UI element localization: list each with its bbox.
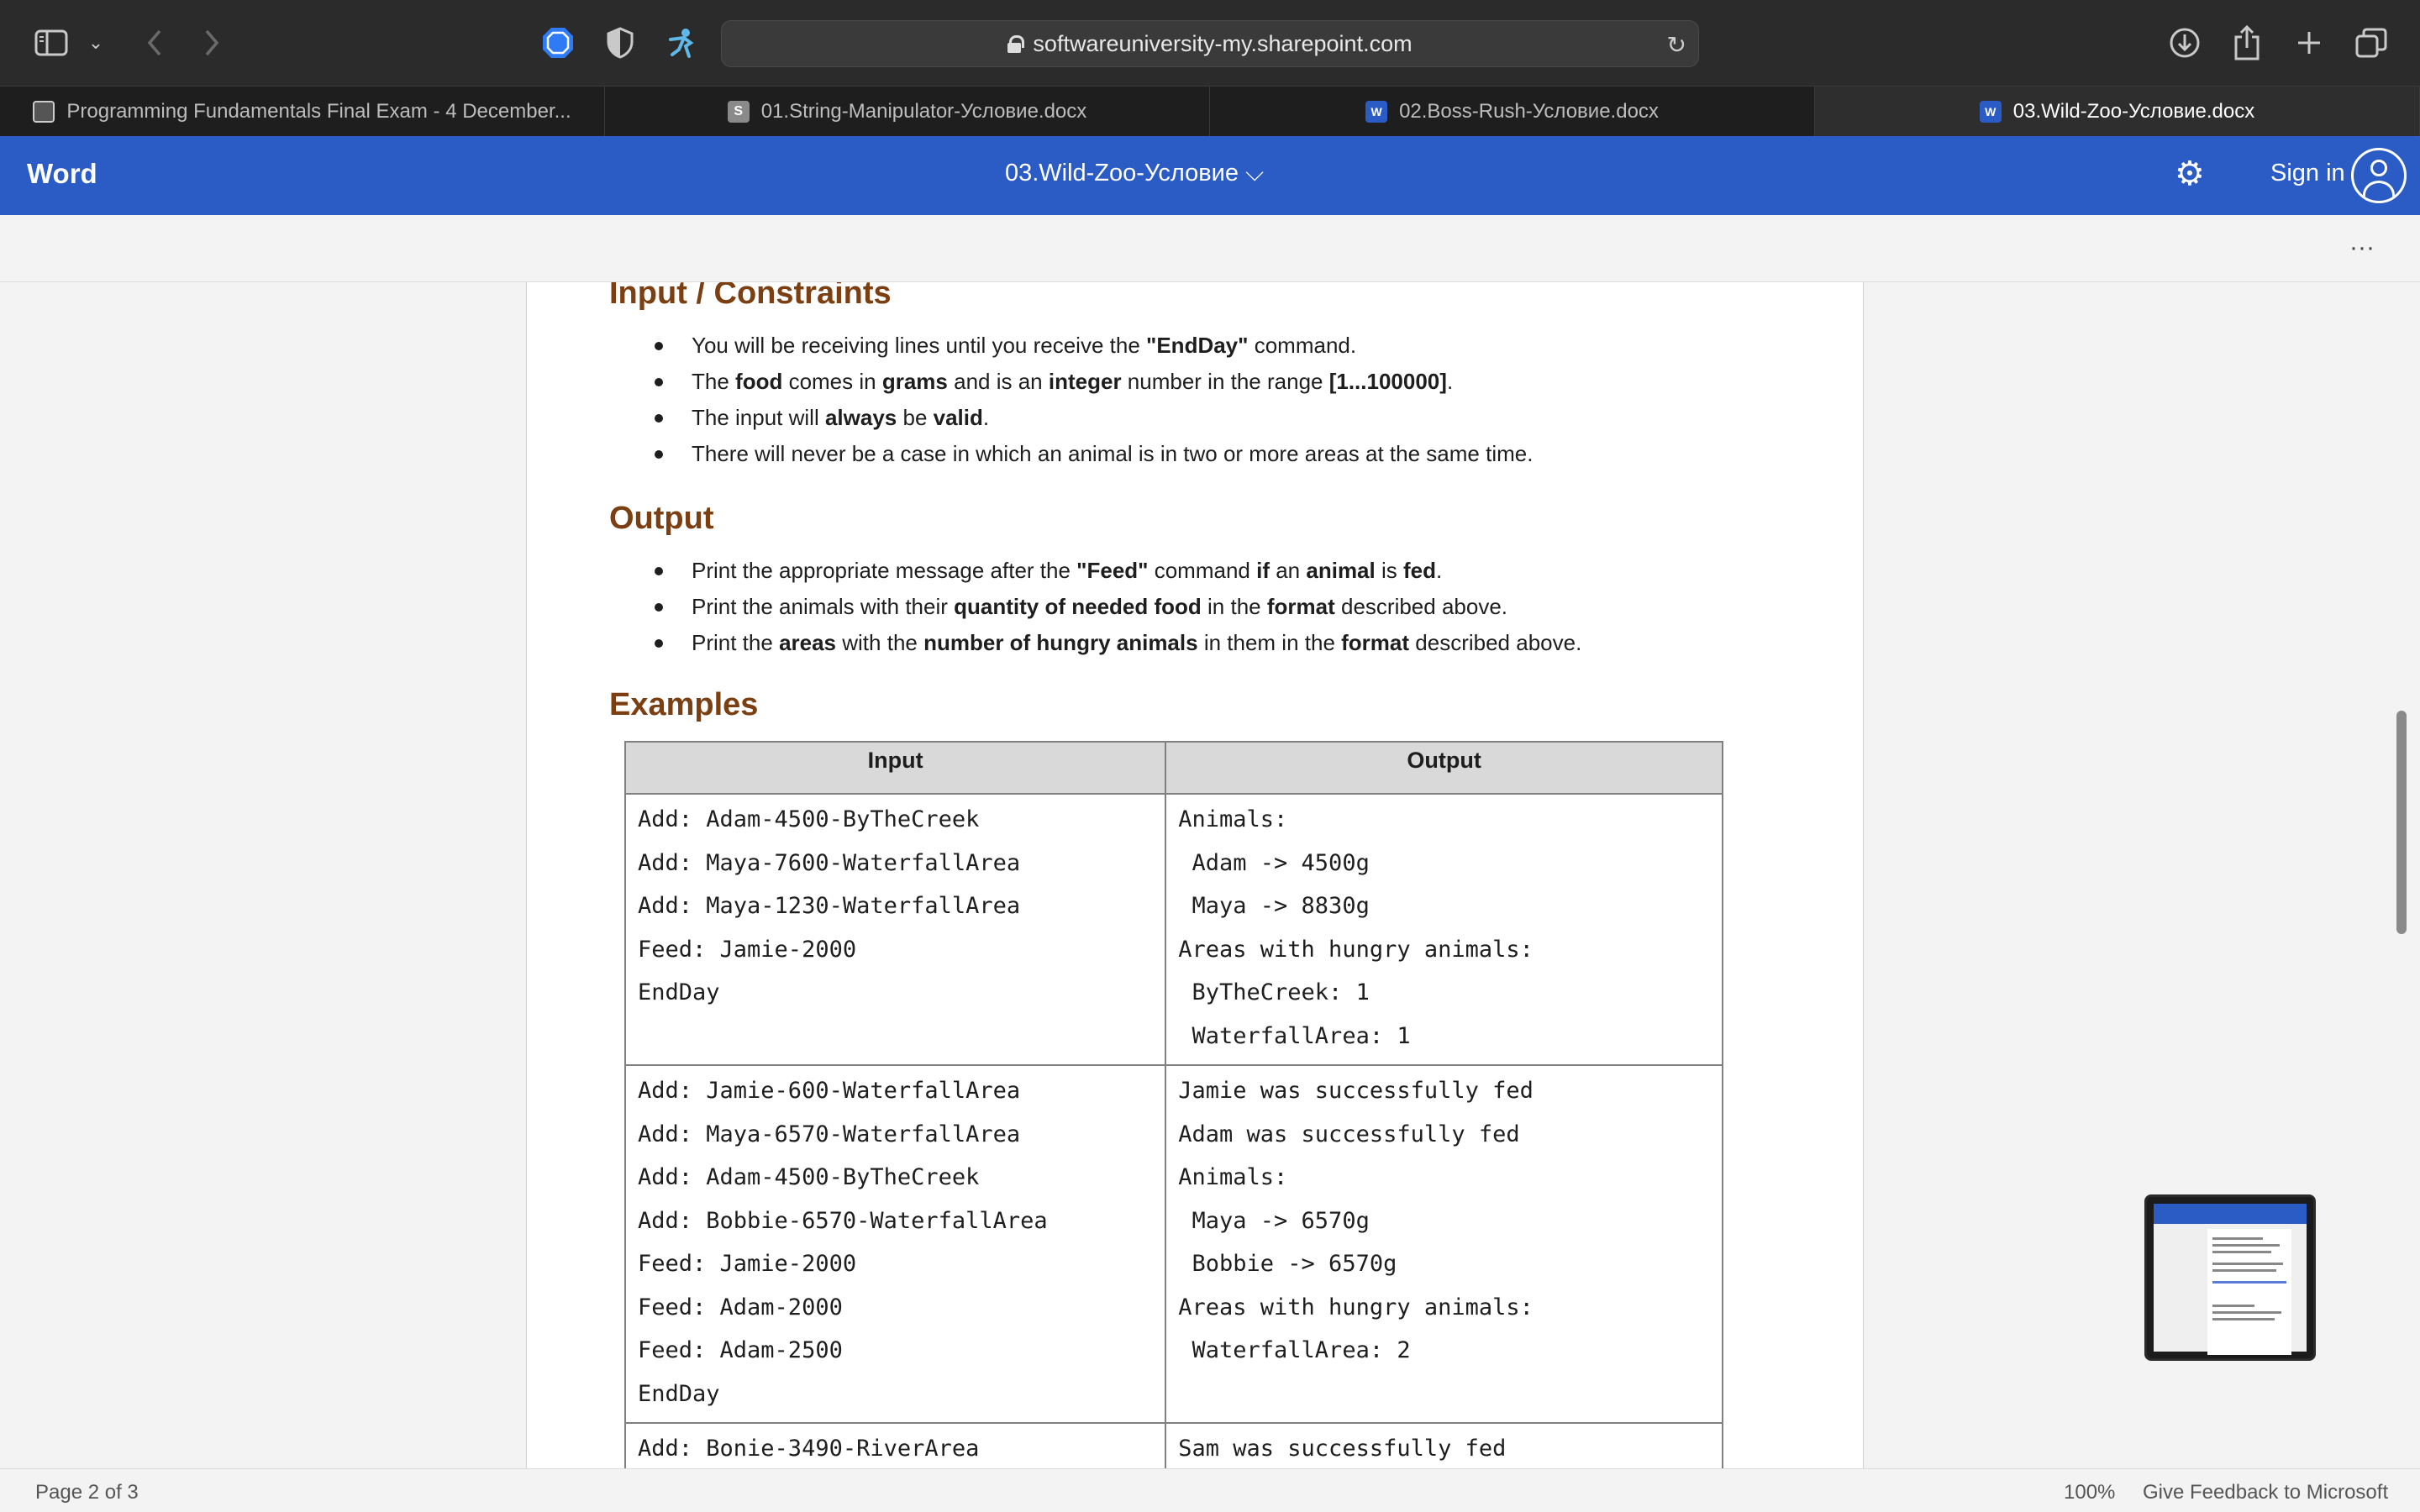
output-line: Maya -> 6570g <box>1178 1207 1370 1234</box>
example-input-cell: Add: Bonie-3490-RiverAreaAdd: Sam-5430-D… <box>623 1422 1167 1468</box>
address-bar[interactable]: softwareuniversity-my.sharepoint.com ↻ <box>721 20 1699 67</box>
extension-figure-icon[interactable] <box>664 22 701 64</box>
tab-label: Programming Fundamentals Final Exam - 4 … <box>66 99 571 123</box>
output-line: Areas with hungry animals: <box>1178 936 1534 963</box>
example-input-cell: Add: Jamie-600-WaterfallArea Add: Maya-65… <box>623 1064 1167 1424</box>
input-line: Feed: Jamie-2000 <box>638 1251 857 1277</box>
downloads-icon[interactable] <box>2166 22 2203 64</box>
tab-bar: Programming Fundamentals Final Exam - 4 … <box>0 86 2420 136</box>
output-line: Jamie was successfully fed <box>1178 1078 1534 1104</box>
new-tab-icon[interactable] <box>2291 22 2328 64</box>
input-line: Add: Jamie-600-WaterfallArea <box>638 1078 1021 1104</box>
list-item: The input will always be valid. <box>654 400 1533 436</box>
window-thumbnail-preview[interactable] <box>2144 1194 2316 1361</box>
word-icon: W <box>1365 100 1388 123</box>
status-bar: Page 2 of 3 100% Give Feedback to Micros… <box>0 1468 2420 1512</box>
output-line: ByTheCreek: 1 <box>1178 979 1370 1005</box>
document-page: Input / Constraints You will be receivin… <box>526 282 1864 1468</box>
output-line: Bobbie -> 6570g <box>1178 1251 1397 1277</box>
example-output-cell: Animals: Adam -> 4500g Maya -> 8830g Area… <box>1165 793 1723 1066</box>
input-line: Add: Maya-6570-WaterfallArea <box>638 1121 1021 1147</box>
example-input-cell: Add: Adam-4500-ByTheCreek Add: Maya-7600-… <box>623 793 1167 1066</box>
forward-icon[interactable] <box>195 22 229 64</box>
output-line: WaterfallArea: 2 <box>1178 1337 1411 1363</box>
list-item: You will be receiving lines until you re… <box>654 328 1533 364</box>
account-avatar-icon[interactable] <box>2351 148 2407 203</box>
ribbon-strip: ··· <box>0 215 2420 282</box>
page-icon <box>33 100 55 123</box>
table-row: Add: Adam-4500-ByTheCreek Add: Maya-7600-… <box>623 793 1723 1066</box>
more-options-icon[interactable]: ··· <box>2349 234 2375 262</box>
input-constraints-list: You will be receiving lines until you re… <box>654 328 1533 472</box>
tab-string-manipulator[interactable]: S 01.String-Manipulator-Условие.docx <box>605 87 1210 136</box>
input-line: Add: Maya-7600-WaterfallArea <box>638 849 1021 876</box>
sidebar-menu-chevron-icon[interactable]: ⌄ <box>84 22 108 64</box>
input-line: Add: Maya-1230-WaterfallArea <box>638 893 1021 919</box>
back-icon[interactable] <box>138 22 171 64</box>
output-line: Animals: <box>1178 806 1288 832</box>
output-line: Adam -> 4500g <box>1178 849 1370 876</box>
tab-label: 01.String-Manipulator-Условие.docx <box>760 99 1087 123</box>
input-line: Feed: Adam-2000 <box>638 1294 843 1320</box>
examples-heading: Examples <box>609 687 759 722</box>
document-title-button[interactable]: 03.Wild-Zoo-Условие ⌵ <box>0 160 2269 187</box>
tab-label: 03.Wild-Zoo-Условие.docx <box>2012 99 2255 123</box>
examples-table: Input Output Add: Adam-4500-ByTheCreek Ad… <box>623 741 1723 1468</box>
output-line: WaterfallArea: 1 <box>1178 1022 1411 1049</box>
input-column-header: Input <box>623 741 1167 795</box>
list-item: Print the animals with their quantity of… <box>654 589 1581 625</box>
url-text: softwareuniversity-my.sharepoint.com <box>1033 30 1413 56</box>
output-list: Print the appropriate message after the … <box>654 553 1581 661</box>
input-line: Add: Bonie-3490-RiverArea <box>638 1436 980 1462</box>
vertical-scrollbar[interactable] <box>2396 711 2407 934</box>
example-output-cell: Sam was successfully fedAnimals: <box>1165 1422 1723 1468</box>
s-icon: S <box>727 100 750 123</box>
extension-blocker-icon[interactable] <box>539 22 576 64</box>
zoom-level[interactable]: 100% <box>2064 1481 2115 1504</box>
tab-final-exam[interactable]: Programming Fundamentals Final Exam - 4 … <box>0 87 605 136</box>
output-heading: Output <box>609 501 714 536</box>
tab-label: 02.Boss-Rush-Условие.docx <box>1399 99 1659 123</box>
page-indicator: Page 2 of 3 <box>35 1481 139 1504</box>
input-line: EndDay <box>638 979 720 1005</box>
table-row: Add: Bonie-3490-RiverAreaAdd: Sam-5430-D… <box>623 1422 1723 1468</box>
word-header: Word 03.Wild-Zoo-Условие ⌵ ⚙ Sign in <box>0 136 2420 215</box>
reload-icon[interactable]: ↻ <box>1667 31 1686 59</box>
output-line: Areas with hungry animals: <box>1178 1294 1534 1320</box>
list-item: The food comes in grams and is an intege… <box>654 364 1533 400</box>
list-item: Print the appropriate message after the … <box>654 553 1581 589</box>
table-header-row: Input Output <box>623 741 1723 795</box>
sidebar-icon[interactable] <box>32 22 71 64</box>
input-line: EndDay <box>638 1380 720 1407</box>
input-line: Add: Adam-4500-ByTheCreek <box>638 1164 980 1190</box>
settings-gear-icon[interactable]: ⚙ <box>2175 155 2205 193</box>
browser-toolbar: ⌄ softwareuniversity-my.sharepoint.com ↻ <box>0 0 2420 86</box>
output-line: Maya -> 8830g <box>1178 893 1370 919</box>
input-line: Feed: Jamie-2000 <box>638 936 857 963</box>
output-line: Animals: <box>1178 1164 1288 1190</box>
input-line: Add: Bobbie-6570-WaterfallArea <box>638 1207 1048 1234</box>
table-row: Add: Jamie-600-WaterfallArea Add: Maya-65… <box>623 1064 1723 1424</box>
list-item: There will never be a case in which an a… <box>654 436 1533 472</box>
tab-boss-rush[interactable]: W 02.Boss-Rush-Условие.docx <box>1210 87 1815 136</box>
tab-overview-icon[interactable] <box>2353 22 2390 64</box>
word-icon: W <box>1979 100 2002 123</box>
share-icon[interactable] <box>2228 22 2265 64</box>
list-item: Print the areas with the number of hungr… <box>654 625 1581 661</box>
example-output-cell: Jamie was successfully fed Adam was succe… <box>1165 1064 1723 1424</box>
input-line: Feed: Adam-2500 <box>638 1337 843 1363</box>
feedback-link[interactable]: Give Feedback to Microsoft <box>2143 1481 2388 1504</box>
shield-icon[interactable] <box>603 22 637 64</box>
output-line: Sam was successfully fed <box>1178 1436 1507 1462</box>
input-line: Add: Adam-4500-ByTheCreek <box>638 806 980 832</box>
tab-wild-zoo[interactable]: W 03.Wild-Zoo-Условие.docx <box>1815 87 2420 136</box>
output-column-header: Output <box>1165 741 1723 795</box>
input-constraints-heading: Input / Constraints <box>609 282 892 311</box>
output-line: Adam was successfully fed <box>1178 1121 1520 1147</box>
lock-icon <box>1007 35 1025 53</box>
sign-in-link[interactable]: Sign in <box>2270 160 2345 187</box>
